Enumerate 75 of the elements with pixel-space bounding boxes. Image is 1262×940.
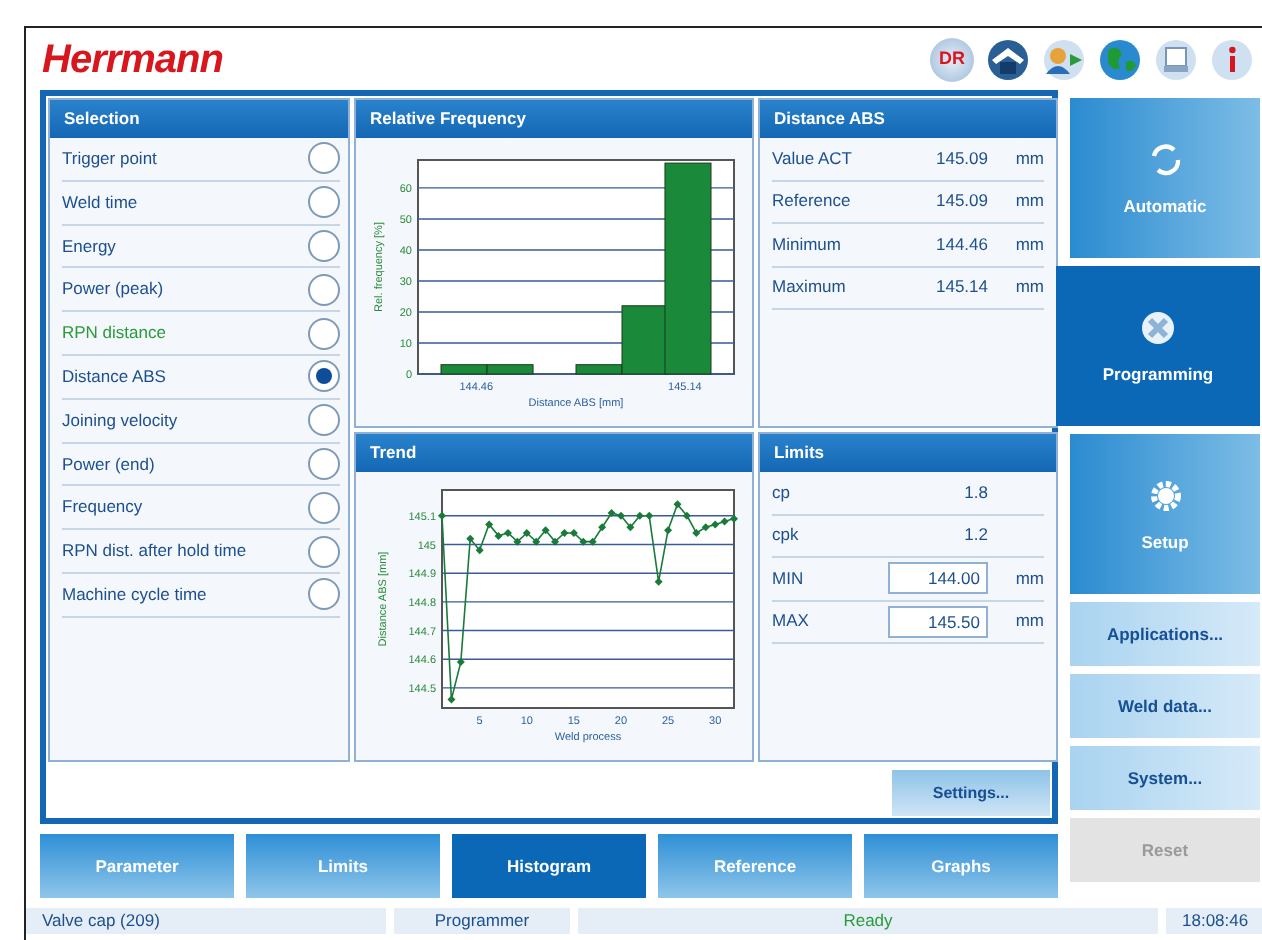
settings-button[interactable]: Settings... bbox=[892, 770, 1050, 816]
data-point bbox=[626, 523, 635, 532]
data-point bbox=[466, 534, 475, 543]
radio-button[interactable] bbox=[308, 273, 340, 306]
radio-button[interactable] bbox=[308, 404, 340, 437]
status-time: 18:08:46 bbox=[1166, 908, 1262, 934]
status-user: Programmer bbox=[394, 908, 570, 934]
value-text: 145.14 bbox=[934, 274, 988, 301]
radio-button[interactable] bbox=[308, 535, 340, 568]
option-label: Power (end) bbox=[62, 451, 155, 477]
value-text: 144.46 bbox=[934, 231, 988, 258]
unit-label: mm bbox=[1013, 565, 1044, 592]
logo: Herrmann bbox=[42, 39, 223, 79]
data-point bbox=[598, 523, 607, 532]
radio-button[interactable] bbox=[308, 229, 340, 262]
status-product: Valve cap (209) bbox=[26, 908, 386, 934]
data-point bbox=[438, 511, 446, 520]
panel-title: Limits bbox=[760, 434, 1056, 472]
unit-label: mm bbox=[1013, 274, 1044, 301]
option-label: Trigger point bbox=[62, 146, 157, 172]
nav-button[interactable]: Applications... bbox=[1070, 602, 1260, 666]
value-field[interactable]: 145.50 bbox=[888, 605, 988, 638]
option-label: Weld time bbox=[62, 189, 138, 216]
option-label: Machine cycle time bbox=[62, 581, 207, 608]
data-point bbox=[664, 526, 673, 535]
radio-button[interactable] bbox=[308, 142, 340, 175]
printer-icon[interactable] bbox=[1154, 37, 1198, 81]
option-label: Power (peak) bbox=[62, 276, 164, 303]
unit-label: mm bbox=[1013, 188, 1044, 215]
field-label: cpk bbox=[772, 522, 801, 549]
radio-button[interactable] bbox=[308, 578, 340, 611]
tab[interactable]: Histogram bbox=[452, 834, 646, 898]
value-text: 1.2 bbox=[962, 522, 988, 549]
nav-button[interactable]: Weld data... bbox=[1070, 674, 1260, 738]
option-label: RPN distance bbox=[62, 320, 166, 346]
field-label: MIN bbox=[772, 565, 806, 592]
unit-label: mm bbox=[1013, 145, 1044, 172]
value-text: 145.09 bbox=[934, 145, 988, 172]
radio-button[interactable] bbox=[308, 491, 340, 524]
option-label: RPN dist. after hold time bbox=[62, 538, 247, 564]
field-label: Maximum bbox=[772, 274, 848, 301]
panel-title: Trend bbox=[356, 434, 752, 472]
value-field[interactable]: 144.00 bbox=[888, 562, 988, 595]
data-point bbox=[475, 546, 484, 555]
nav-button[interactable]: Programming bbox=[1056, 266, 1260, 426]
dr-button[interactable]: DR bbox=[930, 37, 974, 81]
value-text: 145.09 bbox=[934, 188, 988, 215]
data-point bbox=[456, 658, 465, 667]
field-label: Minimum bbox=[772, 231, 843, 258]
radio-button[interactable] bbox=[308, 360, 340, 393]
field-label: MAX bbox=[772, 608, 811, 635]
panel-title: Distance ABS bbox=[760, 100, 1056, 138]
nav-button[interactable]: Setup bbox=[1070, 434, 1260, 594]
value-text: 1.8 bbox=[962, 479, 988, 506]
radio-button[interactable] bbox=[308, 447, 340, 480]
option-label: Distance ABS bbox=[62, 364, 166, 390]
radio-button[interactable] bbox=[308, 186, 340, 219]
panel-title: Relative Frequency bbox=[356, 100, 752, 138]
field-label: cp bbox=[772, 479, 792, 506]
globe-icon[interactable] bbox=[1098, 37, 1142, 81]
info-icon[interactable] bbox=[1210, 37, 1254, 81]
data-point bbox=[447, 695, 456, 704]
unit-label: mm bbox=[1013, 231, 1044, 258]
option-label: Joining velocity bbox=[62, 407, 178, 434]
panel-title: Selection bbox=[50, 100, 348, 138]
status-state: Ready bbox=[578, 908, 1158, 934]
nav-button[interactable]: Automatic bbox=[1070, 98, 1260, 258]
data-point bbox=[654, 577, 663, 586]
field-label: Reference bbox=[772, 188, 853, 215]
radio-button[interactable] bbox=[308, 317, 340, 350]
option-label: Energy bbox=[62, 233, 116, 259]
option-label: Frequency bbox=[62, 494, 143, 521]
field-label: Value ACT bbox=[772, 145, 855, 172]
unit-label: mm bbox=[1013, 608, 1044, 635]
nav-button[interactable]: System... bbox=[1070, 746, 1260, 810]
